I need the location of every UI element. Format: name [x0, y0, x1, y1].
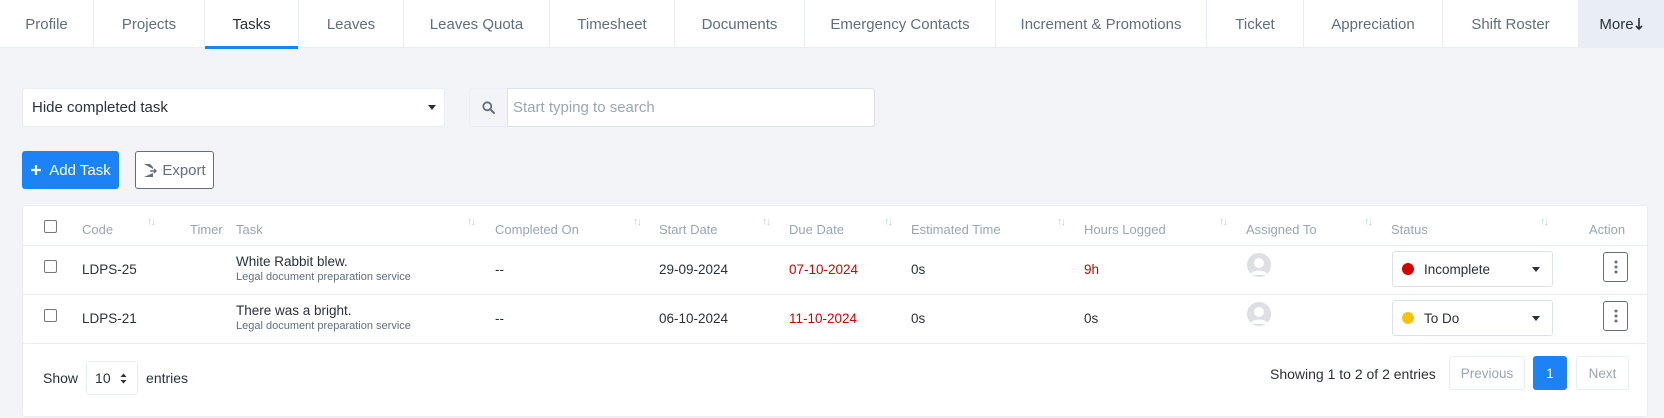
- estimated-time: 0s: [911, 311, 926, 326]
- arrow-down-icon: [1635, 18, 1643, 31]
- task-code: LDPS-21: [82, 311, 137, 326]
- tab-more[interactable]: More: [1579, 0, 1664, 48]
- sort-icon[interactable]: ↑↓: [1540, 216, 1549, 228]
- sort-icon[interactable]: ↑↓: [1219, 216, 1228, 228]
- header-status[interactable]: Status: [1391, 222, 1428, 237]
- user-avatar-icon: [1247, 253, 1271, 277]
- tab-ticket[interactable]: Ticket: [1207, 0, 1304, 48]
- header-action: Action: [1589, 222, 1626, 237]
- chevron-down-icon: [1532, 267, 1540, 272]
- page-length-control: Show 10 entries: [43, 361, 188, 395]
- more-vertical-icon: [1614, 309, 1617, 323]
- row-checkbox[interactable]: [44, 260, 57, 273]
- row-checkbox[interactable]: [44, 309, 57, 322]
- sort-updown-icon: [120, 373, 127, 384]
- tab-tasks[interactable]: Tasks: [205, 0, 299, 49]
- chevron-down-icon: [1532, 316, 1540, 321]
- sort-icon[interactable]: ↑↓: [762, 216, 771, 228]
- file-export-icon: [144, 163, 158, 177]
- plus-icon: [31, 165, 42, 175]
- row-action-button[interactable]: [1603, 301, 1628, 331]
- search-input[interactable]: [507, 88, 875, 127]
- sort-icon[interactable]: ↑↓: [1364, 216, 1373, 228]
- completed-on: --: [495, 311, 504, 326]
- header-start-date[interactable]: Start Date: [659, 222, 718, 237]
- search-box: [469, 88, 875, 127]
- tab-emergency-contacts[interactable]: Emergency Contacts: [805, 0, 996, 48]
- task-filter-select[interactable]: Hide completed task: [22, 88, 445, 127]
- header-divider: [23, 245, 1647, 246]
- next-page-button[interactable]: Next: [1576, 356, 1629, 390]
- header-task[interactable]: Task: [236, 222, 263, 237]
- search-icon-wrap: [469, 88, 507, 127]
- avatar[interactable]: [1247, 253, 1271, 277]
- row-divider: [23, 343, 1647, 344]
- completed-on: --: [495, 262, 504, 277]
- user-avatar-icon: [1247, 302, 1271, 326]
- task-cell[interactable]: White Rabbit blew. Legal document prepar…: [236, 254, 411, 283]
- hours-logged: 0s: [1084, 311, 1099, 326]
- estimated-time: 0s: [911, 262, 926, 277]
- header-code[interactable]: Code: [82, 222, 113, 237]
- search-icon: [482, 101, 495, 114]
- row-action-button[interactable]: [1603, 252, 1628, 282]
- status-dot: [1402, 263, 1414, 275]
- previous-page-button[interactable]: Previous: [1449, 356, 1525, 390]
- tab-timesheet[interactable]: Timesheet: [550, 0, 675, 48]
- page-length-select[interactable]: 10: [86, 361, 139, 395]
- task-filter-value: Hide completed task: [32, 99, 168, 116]
- export-button[interactable]: Export: [135, 151, 214, 189]
- task-title[interactable]: White Rabbit blew.: [236, 254, 411, 269]
- chevron-down-icon: [428, 105, 436, 110]
- tab-appreciation[interactable]: Appreciation: [1304, 0, 1443, 48]
- sort-icon[interactable]: ↑↓: [147, 216, 156, 228]
- task-code: LDPS-25: [82, 262, 137, 277]
- tab-projects[interactable]: Projects: [94, 0, 205, 48]
- tab-shift-roster[interactable]: Shift Roster: [1443, 0, 1579, 48]
- task-cell[interactable]: There was a bright. Legal document prepa…: [236, 303, 411, 332]
- sort-icon[interactable]: ↑↓: [1057, 216, 1066, 228]
- header-assigned-to[interactable]: Assigned To: [1246, 222, 1317, 237]
- tab-increment-promotions[interactable]: Increment & Promotions: [996, 0, 1207, 48]
- tab-documents[interactable]: Documents: [675, 0, 805, 48]
- header-completed-on[interactable]: Completed On: [495, 222, 579, 237]
- header-due-date[interactable]: Due Date: [789, 222, 844, 237]
- profile-tabs: Profile Projects Tasks Leaves Leaves Quo…: [0, 0, 1664, 49]
- hours-logged: 9h: [1084, 262, 1100, 277]
- start-date: 06-10-2024: [659, 311, 729, 326]
- header-estimated-time[interactable]: Estimated Time: [911, 222, 1001, 237]
- status-select[interactable]: To Do: [1392, 300, 1553, 336]
- task-title[interactable]: There was a bright.: [236, 303, 411, 318]
- more-vertical-icon: [1614, 260, 1617, 274]
- header-hours-logged[interactable]: Hours Logged: [1084, 222, 1166, 237]
- tab-profile[interactable]: Profile: [0, 0, 94, 48]
- task-project: Legal document preparation service: [236, 271, 411, 283]
- due-date: 07-10-2024: [789, 262, 859, 277]
- status-dot: [1402, 312, 1414, 324]
- due-date: 11-10-2024: [789, 311, 858, 326]
- page-1-button[interactable]: 1: [1533, 356, 1567, 390]
- status-select[interactable]: Incomplete: [1392, 251, 1553, 287]
- status-value: To Do: [1424, 310, 1460, 326]
- start-date: 29-09-2024: [659, 262, 729, 277]
- select-all-checkbox[interactable]: [44, 220, 57, 233]
- add-task-button[interactable]: Add Task: [22, 151, 119, 189]
- row-divider: [23, 294, 1647, 295]
- table-info: Showing 1 to 2 of 2 entries: [1270, 366, 1436, 382]
- tab-leaves[interactable]: Leaves: [299, 0, 404, 48]
- header-timer[interactable]: Timer: [190, 222, 223, 237]
- tab-leaves-quota[interactable]: Leaves Quota: [404, 0, 550, 48]
- sort-icon[interactable]: ↑↓: [467, 216, 476, 228]
- sort-icon[interactable]: ↑↓: [633, 216, 642, 228]
- tasks-table: Code ↑↓ Timer Task ↑↓ Completed On ↑↓ St…: [22, 205, 1648, 417]
- task-project: Legal document preparation service: [236, 320, 411, 332]
- sort-icon[interactable]: ↑↓: [884, 216, 893, 228]
- status-value: Incomplete: [1424, 261, 1491, 277]
- avatar[interactable]: [1247, 302, 1271, 326]
